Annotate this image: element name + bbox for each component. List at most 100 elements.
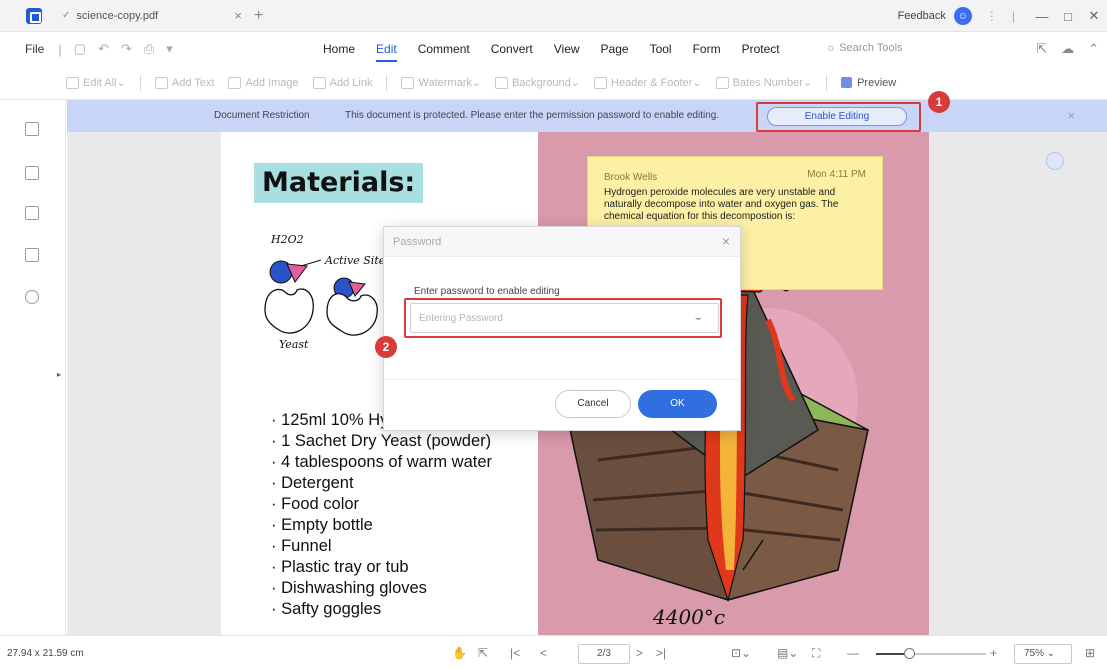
- edit-all-button[interactable]: Edit All ⌄: [66, 76, 126, 89]
- save-icon[interactable]: ▢: [74, 41, 86, 57]
- list-item: Funnel: [271, 536, 492, 557]
- dialog-header: Password ×: [384, 227, 740, 257]
- menu-form[interactable]: Form: [693, 38, 721, 60]
- preview-checkbox-icon: [841, 77, 853, 88]
- zoom-level-value: 75%: [1024, 648, 1045, 659]
- select-tool-icon[interactable]: ⇱: [478, 646, 488, 660]
- close-tab-icon[interactable]: ×: [234, 8, 242, 23]
- page-display-icon[interactable]: ▤⌄: [777, 646, 798, 660]
- watermark-label: Watermark: [418, 76, 472, 89]
- menu-tool[interactable]: Tool: [650, 38, 672, 60]
- expand-sidebar-icon[interactable]: ▸: [57, 370, 61, 379]
- divider: [826, 74, 828, 91]
- quick-access-toolbar: | ▢ ↶ ↷ ⎙ ▾: [58, 41, 172, 57]
- add-text-button[interactable]: Add Text: [154, 76, 214, 89]
- fit-page-icon[interactable]: ⊡⌄: [731, 646, 751, 660]
- menu-comment[interactable]: Comment: [418, 38, 470, 60]
- document-tab[interactable]: ✓ science-copy.pdf ×: [62, 0, 242, 32]
- last-page-icon[interactable]: >|: [656, 646, 666, 660]
- comment-marker-icon[interactable]: [1046, 152, 1064, 170]
- fullscreen-icon[interactable]: ⛶: [812, 646, 820, 661]
- menu-home[interactable]: Home: [323, 38, 355, 60]
- attachment-icon[interactable]: [25, 248, 39, 262]
- add-image-label: Add Image: [245, 76, 299, 89]
- title-bar: ✓ science-copy.pdf × + Feedback ☺ ⋮ | — …: [0, 0, 1107, 32]
- divider: [139, 74, 141, 91]
- bates-number-button[interactable]: Bates Number ⌄: [715, 76, 812, 89]
- note-body: Hydrogen peroxide molecules are very uns…: [604, 187, 839, 222]
- new-tab-icon[interactable]: +: [254, 7, 263, 25]
- dialog-close-icon[interactable]: ×: [722, 233, 730, 249]
- list-item: 4 tablespoons of warm water: [271, 452, 492, 473]
- feedback-link[interactable]: Feedback: [898, 10, 946, 22]
- ok-button[interactable]: OK: [638, 390, 717, 418]
- add-link-button[interactable]: Add Link: [312, 76, 373, 89]
- zoom-out-icon[interactable]: —: [847, 646, 859, 660]
- page-size-readout: 27.94 x 21.59 cm: [7, 648, 84, 659]
- left-sidebar: ▸: [0, 100, 66, 635]
- restriction-label: Document Restriction: [214, 110, 310, 121]
- search-tools[interactable]: ☼ Search Tools: [826, 42, 903, 54]
- file-menu[interactable]: File: [25, 42, 44, 56]
- bookmark-icon[interactable]: [25, 166, 39, 180]
- preview-toggle[interactable]: Preview: [841, 77, 896, 89]
- lightbulb-icon: ☼: [826, 42, 840, 54]
- next-page-icon[interactable]: >: [636, 646, 643, 660]
- edit-all-icon: [66, 76, 79, 89]
- menu-page[interactable]: Page: [601, 38, 629, 60]
- share-icon[interactable]: ⇱: [1036, 41, 1047, 57]
- thumbnails-icon[interactable]: [25, 122, 39, 136]
- note-author: Brook Wells: [604, 172, 658, 183]
- print-icon[interactable]: ⎙: [144, 41, 154, 57]
- minimize-icon[interactable]: —: [1029, 9, 1055, 24]
- materials-heading: Materials:: [254, 163, 424, 203]
- comment-panel-icon[interactable]: [25, 206, 39, 220]
- page-number-input[interactable]: 2/3: [578, 644, 630, 664]
- enzyme-sketch-image: [264, 259, 378, 336]
- zoom-in-icon[interactable]: +: [990, 646, 997, 660]
- prev-page-icon[interactable]: <: [540, 646, 547, 660]
- background-button[interactable]: Background ⌄: [495, 76, 580, 89]
- header-footer-button[interactable]: Header & Footer ⌄: [594, 76, 702, 89]
- background-label: Background: [512, 76, 571, 89]
- menu-edit[interactable]: Edit: [376, 38, 397, 62]
- main-menu: Home Edit Comment Convert View Page Tool…: [323, 32, 780, 66]
- cloud-icon[interactable]: ☁: [1061, 41, 1074, 57]
- zoom-slider-handle[interactable]: [904, 648, 915, 659]
- quick-access-dropdown-icon[interactable]: ▾: [166, 41, 173, 57]
- list-item: Plastic tray or tub: [271, 557, 492, 578]
- collapse-ribbon-icon[interactable]: ⌃: [1088, 41, 1099, 57]
- close-window-icon[interactable]: ✕: [1081, 8, 1107, 24]
- materials-list: 125ml 10% Hy 1 Sachet Dry Yeast (powder)…: [271, 410, 492, 620]
- maximize-icon[interactable]: □: [1055, 9, 1081, 24]
- restriction-message: This document is protected. Please enter…: [345, 110, 720, 121]
- add-link-label: Add Link: [329, 76, 373, 89]
- annotation-step-1: 1: [928, 91, 950, 113]
- redo-icon[interactable]: ↷: [121, 41, 132, 57]
- undo-icon[interactable]: ↶: [98, 41, 109, 57]
- first-page-icon[interactable]: |<: [510, 646, 520, 660]
- menu-protect[interactable]: Protect: [742, 38, 780, 60]
- menu-view[interactable]: View: [554, 38, 580, 60]
- cancel-button[interactable]: Cancel: [555, 390, 631, 418]
- close-restriction-icon[interactable]: ×: [1067, 108, 1075, 123]
- add-image-button[interactable]: Add Image: [228, 76, 299, 89]
- app-logo-icon: [26, 7, 42, 24]
- more-options-icon[interactable]: ⋮: [986, 9, 998, 23]
- search-icon[interactable]: [25, 290, 39, 304]
- menu-convert[interactable]: Convert: [491, 38, 533, 60]
- background-icon: [495, 76, 509, 89]
- list-item: Food color: [271, 494, 492, 515]
- add-image-icon: [228, 76, 242, 89]
- hand-tool-icon[interactable]: ✋: [452, 646, 467, 660]
- fit-width-icon[interactable]: ⊞: [1085, 646, 1095, 660]
- watermark-button[interactable]: Watermark ⌄: [401, 76, 481, 89]
- zoom-level-select[interactable]: 75% ⌄: [1014, 644, 1072, 664]
- user-avatar-icon[interactable]: ☺: [953, 7, 972, 25]
- header-footer-label: Header & Footer: [611, 76, 693, 89]
- h2o2-label: H2O2: [271, 233, 304, 246]
- divider: |: [1011, 9, 1015, 23]
- list-item: Detergent: [271, 473, 492, 494]
- zoom-slider[interactable]: [876, 648, 986, 659]
- menu-bar: File | ▢ ↶ ↷ ⎙ ▾ Home Edit Comment Conve…: [0, 32, 1107, 66]
